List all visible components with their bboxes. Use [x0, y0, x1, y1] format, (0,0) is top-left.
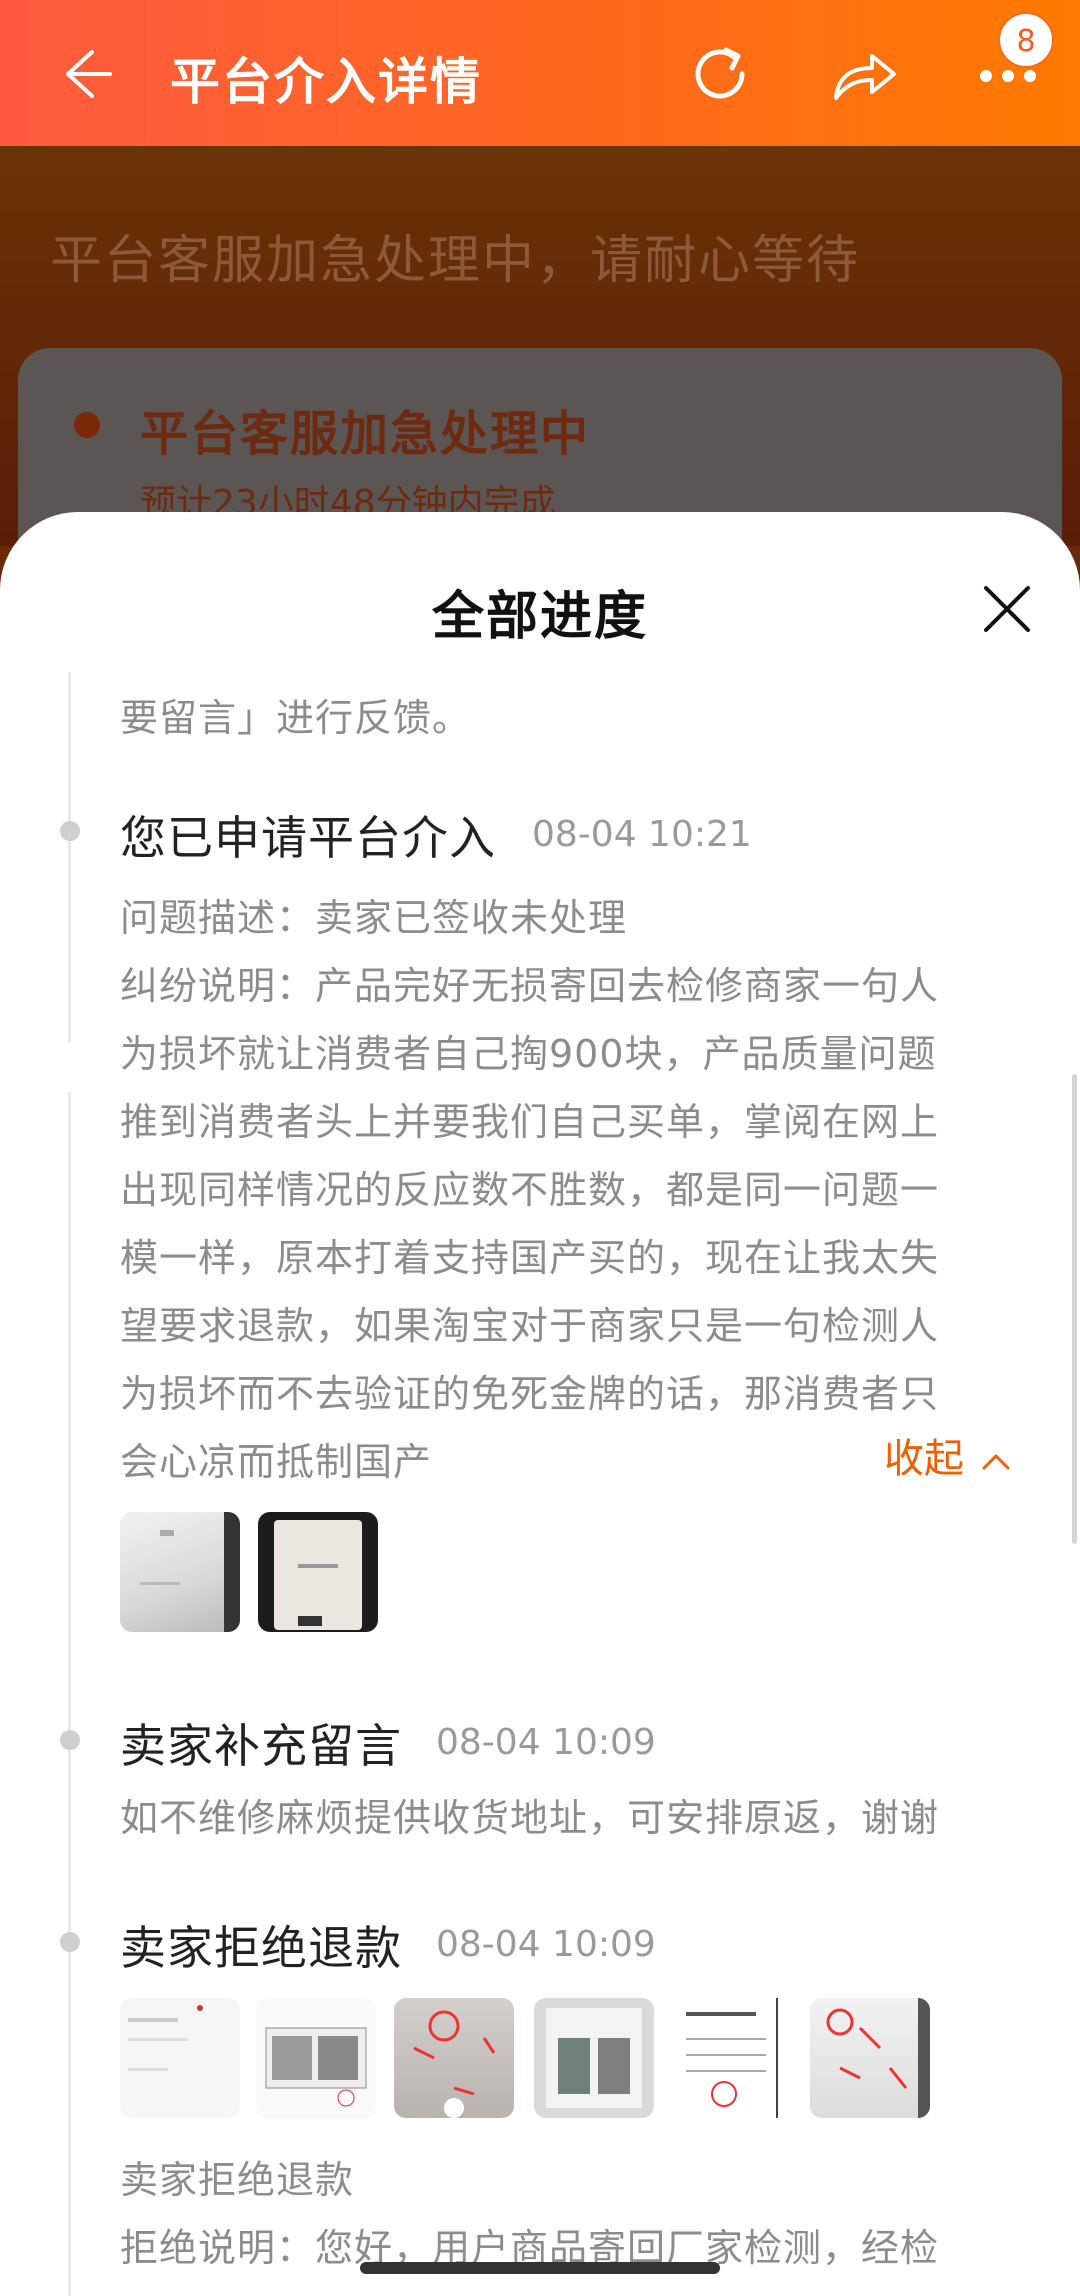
- notification-badge: 8: [998, 12, 1054, 68]
- text-line: 卖家拒绝退款: [120, 2158, 355, 2202]
- text-line: 望要求退款，如果淘宝对于商家只是一句检测人: [120, 1304, 940, 1348]
- evidence-image[interactable]: [810, 1998, 930, 2118]
- collapse-button[interactable]: 收起: [884, 1426, 1011, 1484]
- chevron-up-icon: [982, 1454, 1010, 1470]
- text-line: 纠纷说明：产品完好无损寄回去检修商家一句人: [120, 964, 940, 1008]
- timeline-dot: [60, 1932, 80, 1952]
- evidence-image[interactable]: [256, 1998, 376, 2118]
- previous-event-text: 要留言」进行反馈。: [120, 696, 472, 740]
- text-line: 为损坏就让消费者自己掏900块，产品质量问题: [120, 1032, 937, 1076]
- text-line: 如不维修麻烦提供收货地址，可安排原返，谢谢: [120, 1796, 940, 1840]
- evidence-image[interactable]: [120, 1512, 240, 1632]
- scrollbar[interactable]: [1072, 1074, 1077, 1544]
- event-time: 08-04 10:21: [532, 814, 752, 855]
- evidence-image[interactable]: [672, 1998, 792, 2118]
- event-title: 卖家拒绝退款: [120, 1921, 402, 1975]
- timeline-dot: [60, 821, 80, 841]
- home-indicator[interactable]: [360, 2262, 720, 2274]
- app-header: 平台介入详情 8: [0, 0, 1080, 146]
- timeline-dot: [60, 1730, 80, 1750]
- progress-sheet: 全部进度 要留言」进行反馈。 您已申请平台介入 08-04 10:21 问题描述…: [0, 512, 1080, 2296]
- event-title: 您已申请平台介入: [120, 811, 496, 865]
- event-time: 08-04 10:09: [436, 1924, 656, 1965]
- status-dot: [74, 412, 100, 438]
- text-line: 推到消费者头上并要我们自己买单，掌阅在网上: [120, 1100, 940, 1144]
- event-title: 卖家补充留言: [120, 1719, 402, 1773]
- text-line: 问题描述：卖家已签收未处理: [120, 896, 628, 940]
- event-description: 问题描述：卖家已签收未处理 纠纷说明：产品完好无损寄回去检修商家一句人 为损坏就…: [120, 884, 1010, 1496]
- event-description: 如不维修麻烦提供收货地址，可安排原返，谢谢: [120, 1784, 1010, 1852]
- timeline-line: [68, 1294, 71, 1714]
- status-banner: 平台客服加急处理中，请耐心等待: [50, 231, 861, 291]
- page-title: 平台介入详情: [170, 53, 482, 111]
- evidence-image[interactable]: [394, 1998, 514, 2118]
- text-line: 为损坏而不去验证的免死金牌的话，那消费者只: [120, 1372, 940, 1416]
- evidence-image[interactable]: [534, 1998, 654, 2118]
- background-page: 平台客服加急处理中，请耐心等待 平台客服加急处理中 预计23小时48分钟内完成: [0, 146, 1080, 588]
- evidence-image[interactable]: [120, 1998, 240, 2118]
- share-icon[interactable]: [828, 40, 900, 108]
- text-line: 模一样，原本打着支持国产买的，现在让我太失: [120, 1236, 940, 1280]
- refresh-icon[interactable]: [686, 40, 754, 108]
- sheet-title: 全部进度: [431, 587, 648, 647]
- close-icon[interactable]: [982, 584, 1032, 634]
- text-line: 会心凉而抵制国产: [120, 1440, 433, 1484]
- timeline-line: [68, 672, 71, 1042]
- collapse-label: 收起: [884, 1436, 964, 1482]
- evidence-image[interactable]: [258, 1512, 378, 1632]
- event-time: 08-04 10:09: [436, 1722, 656, 1763]
- back-arrow-icon[interactable]: [52, 44, 112, 104]
- text-line: 出现同样情况的反应数不胜数，都是同一问题一: [120, 1168, 940, 1212]
- timeline-line: [68, 1908, 71, 2296]
- status-card-title: 平台客服加急处理中: [140, 406, 591, 462]
